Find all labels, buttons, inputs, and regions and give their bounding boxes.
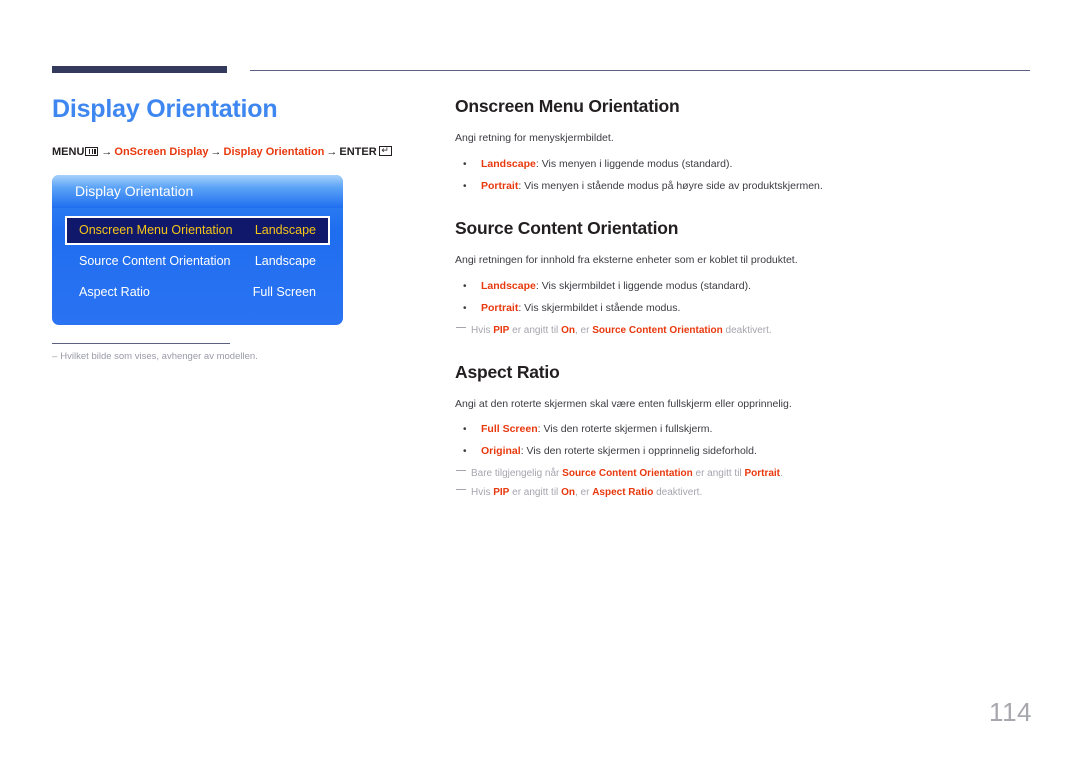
breadcrumb-path-1[interactable]: OnScreen Display (114, 146, 208, 158)
footnote-body: Hvilket bilde som vises, avhenger av mod… (60, 350, 258, 362)
section-intro: Angi at den roterte skjermen skal være e… (455, 397, 792, 410)
right-column: Onscreen Menu Orientation Angi retning f… (455, 96, 1035, 504)
header-rule-thin (250, 70, 1030, 71)
page-number: 114 (989, 697, 1032, 727)
bullet-term: Portrait (481, 301, 519, 314)
section-source-content-orientation: Source Content Orientation Angi retninge… (455, 218, 1035, 337)
bullet-term: Full Screen (481, 423, 538, 436)
osd-row-label: Onscreen Menu Orientation (79, 223, 233, 238)
section-intro: Angi retningen for innhold fra eksterne … (455, 254, 798, 267)
note-term: PIP (493, 324, 510, 336)
note-text: deaktivert. (653, 486, 703, 498)
enter-return-glyph: ↵ (381, 145, 389, 155)
note-term: Source Content Orientation (562, 467, 693, 479)
breadcrumb-menu-label: MENU (52, 145, 85, 158)
note-text: , er (574, 324, 593, 336)
page-header-rules (0, 0, 1080, 90)
left-footnote: – Hvilket bilde som vises, avhenger av mo… (52, 342, 258, 362)
footnote-dash: – (52, 350, 58, 362)
bullet-list: Landscape: Vis menyen i liggende modus (… (455, 157, 1035, 195)
bullet-rest: : Vis den roterte skjermen i opprinnelig… (520, 445, 757, 457)
list-item: Landscape: Vis menyen i liggende modus (… (455, 157, 1035, 173)
note-term: On (561, 486, 575, 498)
bullet-rest: : Vis skjermbildet i liggende modus (sta… (535, 280, 752, 292)
note: Bare tilgjengelig når Source Content Ori… (455, 466, 1035, 481)
osd-row-value: Full Screen (252, 285, 316, 300)
note-text: Bare tilgjengelig når (471, 467, 563, 479)
section-title: Aspect Ratio (455, 361, 560, 382)
note-text: . (780, 467, 783, 479)
note-term: Portrait (744, 467, 780, 479)
bullet-term: Landscape (481, 280, 536, 292)
osd-row-label: Aspect Ratio (79, 285, 150, 300)
section-title: Onscreen Menu Orientation (455, 96, 680, 116)
osd-title: Display Orientation (75, 182, 194, 199)
list-item: Full Screen: Vis den roterte skjermen i … (455, 422, 1035, 438)
note: Hvis PIP er angitt til On, er Source Con… (455, 323, 1035, 338)
list-item: Original: Vis den roterte skjermen i opp… (455, 444, 1035, 460)
osd-row-value: Landscape (254, 254, 316, 269)
note-text: er angitt til (509, 324, 562, 336)
header-rule-thick (52, 66, 227, 73)
osd-row-source-content-orientation[interactable]: Source Content Orientation Landscape (65, 247, 330, 276)
bullet-term: Original (481, 445, 521, 457)
note-text: Hvis (471, 324, 494, 336)
footnote-text: – Hvilket bilde som vises, avhenger av mo… (52, 350, 258, 362)
note-text: er angitt til (509, 486, 562, 498)
section-onscreen-menu-orientation: Onscreen Menu Orientation Angi retning f… (455, 96, 1035, 194)
menu-bars-icon (85, 146, 99, 156)
note-term: Aspect Ratio (592, 486, 654, 498)
note-term: Source Content Orientation (592, 324, 723, 336)
osd-header: Display Orientation (52, 174, 343, 208)
note-term: On (561, 324, 575, 336)
osd-menu-panel[interactable]: Display Orientation Onscreen Menu Orient… (52, 174, 343, 325)
bullet-rest: : Vis menyen i liggende modus (standard)… (535, 157, 733, 170)
note-text: er angitt til (692, 467, 745, 479)
bullet-term: Landscape (481, 157, 536, 170)
note: Hvis PIP er angitt til On, er Aspect Rat… (455, 485, 1035, 500)
note-text: , er (574, 486, 593, 498)
left-column: Display Orientation MENU → OnScreen Displa… (52, 95, 432, 362)
note-text: Hvis (471, 486, 494, 498)
breadcrumb: MENU → OnScreen Display → Display Orientatio… (52, 145, 432, 159)
bullet-list: Full Screen: Vis den roterte skjermen i … (455, 422, 1035, 460)
bullet-rest: : Vis menyen i stående modus på høyre si… (518, 179, 823, 192)
section-title: Source Content Orientation (455, 218, 679, 239)
breadcrumb-path-2[interactable]: Display Orientation (224, 146, 325, 158)
osd-row-value: Landscape (254, 223, 316, 238)
breadcrumb-arrow-3: → (326, 145, 338, 158)
bullet-list: Landscape: Vis skjermbildet i liggende m… (455, 279, 1035, 317)
bullet-rest: : Vis den roterte skjermen i fullskjerm. (537, 423, 713, 436)
bullet-term: Portrait (481, 179, 519, 192)
breadcrumb-arrow-2: → (210, 145, 222, 158)
list-item: Landscape: Vis skjermbildet i liggende m… (455, 279, 1035, 295)
osd-row-label: Source Content Orientation (79, 254, 231, 269)
bullet-rest: : Vis skjermbildet i stående modus. (518, 301, 681, 314)
list-item: Portrait: Vis skjermbildet i stående mod… (455, 301, 1035, 317)
osd-row-aspect-ratio[interactable]: Aspect Ratio Full Screen (65, 278, 330, 307)
section-aspect-ratio: Aspect Ratio Angi at den roterte skjerme… (455, 362, 1035, 500)
footnote-divider (52, 342, 230, 344)
breadcrumb-enter-label: ENTER (339, 145, 377, 158)
list-item: Portrait: Vis menyen i stående modus på … (455, 179, 1035, 195)
note-term: PIP (493, 486, 510, 498)
section-intro: Angi retning for menyskjermbildet. (455, 132, 614, 144)
osd-row-onscreen-menu-orientation[interactable]: Onscreen Menu Orientation Landscape (65, 215, 330, 245)
osd-row-list: Onscreen Menu Orientation Landscape Sour… (52, 208, 343, 307)
note-text: deaktivert. (722, 324, 772, 336)
breadcrumb-arrow-1: → (101, 145, 113, 158)
page-title: Display Orientation (52, 95, 278, 123)
enter-return-icon: ↵ (378, 145, 392, 156)
